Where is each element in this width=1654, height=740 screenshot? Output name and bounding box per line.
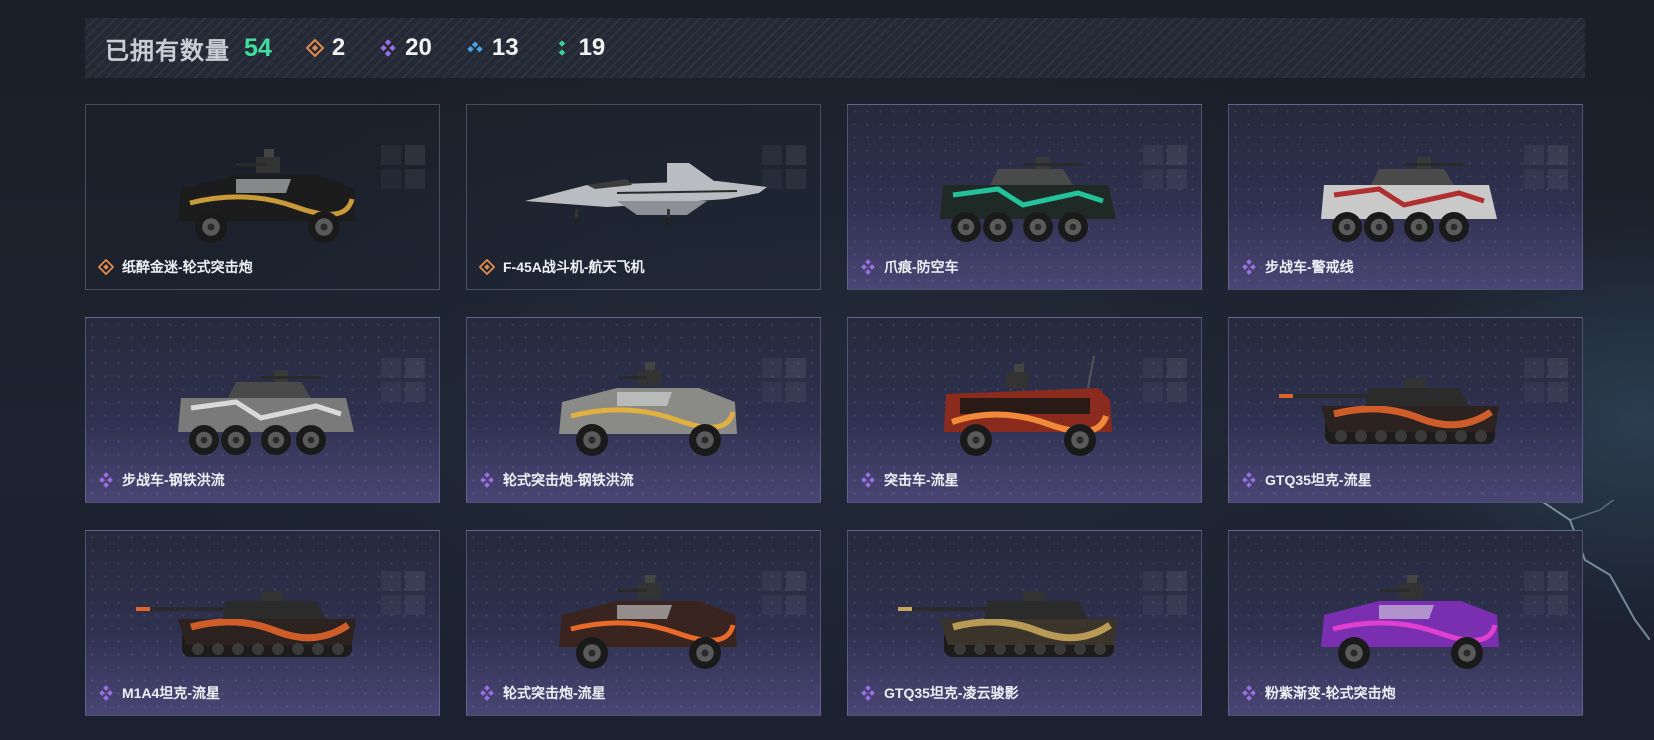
- vehicle-skin-card[interactable]: GTQ35坦克-流星: [1228, 317, 1583, 503]
- wheeled-assault-gun-image: [1229, 549, 1582, 684]
- owned-count-label: 已拥有数量: [105, 37, 230, 65]
- rarity-count-value: 2: [331, 34, 346, 61]
- vehicle-skin-name: M1A4坦克-流星: [122, 685, 221, 701]
- legendary-rarity-icon: [479, 259, 495, 275]
- vehicle-skin-label: GTQ35坦克-流星: [1241, 470, 1372, 490]
- epic-rarity-icon: [1241, 472, 1257, 488]
- vehicle-skin-name: F-45A战斗机-航天飞机: [503, 259, 645, 275]
- vehicle-skin-name: 粉紫渐变-轮式突击炮: [1265, 685, 1396, 701]
- vehicle-skin-label: F-45A战斗机-航天飞机: [479, 257, 645, 277]
- wheeled-assault-gun-image: [467, 336, 820, 471]
- owned-summary-bar: 已拥有数量 54 2 20 13 19: [85, 18, 1585, 78]
- epic-rarity-icon: [98, 685, 114, 701]
- vehicle-skin-label: 突击车-流星: [860, 470, 959, 490]
- infantry-fighting-vehicle-image: [86, 336, 439, 471]
- vehicle-skin-card[interactable]: 突击车-流星: [847, 317, 1202, 503]
- epic-rarity-icon: [379, 39, 397, 57]
- vehicle-skin-label: 爪痕-防空车: [860, 257, 959, 277]
- vehicle-skin-name: 轮式突击炮-钢铁洪流: [503, 472, 634, 488]
- infantry-fighting-vehicle-image: [1229, 123, 1582, 258]
- fighter-jet-image: [467, 123, 820, 258]
- vehicle-skin-name: GTQ35坦克-流星: [1265, 472, 1372, 488]
- vehicle-skin-label: 纸醉金迷-轮式突击炮: [98, 257, 253, 277]
- rarity-count-legendary: 2: [305, 34, 346, 62]
- vehicle-skin-card[interactable]: 步战车-警戒线: [1228, 104, 1583, 290]
- vehicle-skin-card[interactable]: GTQ35坦克-凌云骏影: [847, 530, 1202, 716]
- rarity-count-rare: 13: [466, 34, 519, 62]
- tank-image: [1229, 336, 1582, 471]
- owned-total-count: 54: [244, 33, 272, 62]
- vehicle-skin-card[interactable]: 轮式突击炮-流星: [466, 530, 821, 716]
- vehicle-skin-name: 轮式突击炮-流星: [503, 685, 606, 701]
- uncommon-rarity-icon: [553, 39, 571, 57]
- epic-rarity-icon: [1241, 685, 1257, 701]
- vehicle-skin-card[interactable]: 步战车-钢铁洪流: [85, 317, 440, 503]
- tank-image: [848, 549, 1201, 684]
- rarity-count-value: 20: [405, 34, 432, 61]
- vehicle-skin-card[interactable]: 粉紫渐变-轮式突击炮: [1228, 530, 1583, 716]
- legendary-rarity-icon: [305, 39, 324, 57]
- wheeled-assault-gun-image: [86, 123, 439, 258]
- epic-rarity-icon: [860, 472, 876, 488]
- vehicle-skin-card[interactable]: 纸醉金迷-轮式突击炮: [85, 104, 440, 290]
- rarity-count-value: 13: [491, 34, 519, 61]
- vehicle-skin-name: 突击车-流星: [884, 472, 959, 488]
- vehicle-skin-card[interactable]: M1A4坦克-流星: [85, 530, 440, 716]
- vehicle-skin-name: 步战车-钢铁洪流: [122, 472, 225, 488]
- anti-air-vehicle-image: [848, 123, 1201, 258]
- wheeled-assault-gun-image: [467, 549, 820, 684]
- vehicle-skin-label: 轮式突击炮-流星: [479, 683, 606, 703]
- rarity-count-uncommon: 19: [553, 34, 606, 62]
- vehicle-skin-name: 纸醉金迷-轮式突击炮: [122, 259, 253, 275]
- epic-rarity-icon: [98, 472, 114, 488]
- epic-rarity-icon: [1241, 259, 1257, 275]
- epic-rarity-icon: [860, 685, 876, 701]
- vehicle-skin-card[interactable]: 轮式突击炮-钢铁洪流: [466, 317, 821, 503]
- epic-rarity-icon: [479, 472, 495, 488]
- rare-rarity-icon: [466, 39, 484, 57]
- assault-vehicle-image: [848, 336, 1201, 471]
- rarity-count-epic: 20: [379, 34, 432, 62]
- vehicle-skin-label: 步战车-钢铁洪流: [98, 470, 225, 490]
- epic-rarity-icon: [860, 259, 876, 275]
- vehicle-skin-name: 爪痕-防空车: [884, 259, 959, 275]
- vehicle-skin-label: 步战车-警戒线: [1241, 257, 1354, 277]
- vehicle-skin-label: M1A4坦克-流星: [98, 683, 220, 703]
- vehicle-skin-card[interactable]: F-45A战斗机-航天飞机: [466, 104, 821, 290]
- vehicle-skin-label: GTQ35坦克-凌云骏影: [860, 683, 1019, 703]
- tank-image: [86, 549, 439, 684]
- vehicle-skin-name: 步战车-警戒线: [1265, 259, 1354, 275]
- legendary-rarity-icon: [98, 259, 114, 275]
- vehicle-skin-card[interactable]: 爪痕-防空车: [847, 104, 1202, 290]
- vehicle-skin-label: 轮式突击炮-钢铁洪流: [479, 470, 634, 490]
- vehicle-skin-label: 粉紫渐变-轮式突击炮: [1241, 683, 1396, 703]
- vehicle-skin-name: GTQ35坦克-凌云骏影: [884, 685, 1019, 701]
- epic-rarity-icon: [479, 685, 495, 701]
- rarity-count-value: 19: [578, 34, 606, 61]
